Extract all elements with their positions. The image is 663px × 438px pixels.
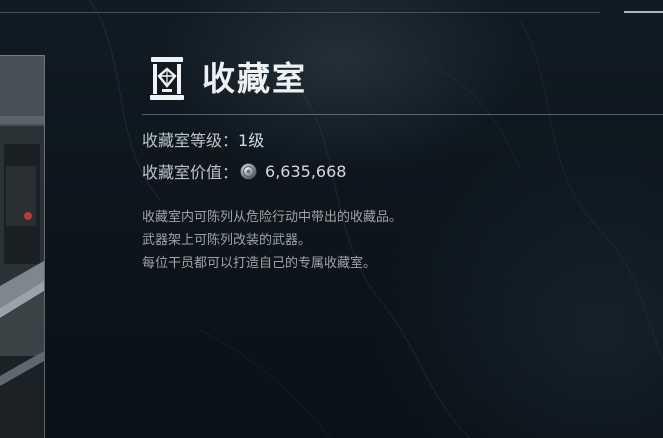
collection-room-preview[interactable] [0,55,45,438]
description-line: 武器架上可陈列改装的武器。 [142,233,312,248]
collection-value-row: 收藏室价值： 6,635,668 [142,160,347,183]
collection-level-row: 收藏室等级： 1级 [142,128,264,150]
header: 收藏室 [148,56,307,102]
collection-level-label: 收藏室等级： [142,131,239,150]
description-line: 收藏室内可陈列从危险行动中带出的收藏品。 [142,210,403,225]
title-divider [142,114,663,115]
collection-value-amount: 6,635,668 [265,161,347,181]
collection-level-value: 1级 [238,131,265,150]
top-accent-bar [624,11,663,13]
collection-value-label: 收藏室价值： [142,163,239,182]
description: 收藏室内可陈列从危险行动中带出的收藏品。 武器架上可陈列改装的武器。 每位干员都… [142,206,402,275]
description-line: 每位干员都可以打造自己的专属收藏室。 [142,256,377,271]
page-title: 收藏室 [202,59,307,98]
silver-coin-icon [240,163,257,179]
top-border-line [0,12,600,13]
preview-image [0,56,44,438]
collection-room-icon [150,57,184,100]
